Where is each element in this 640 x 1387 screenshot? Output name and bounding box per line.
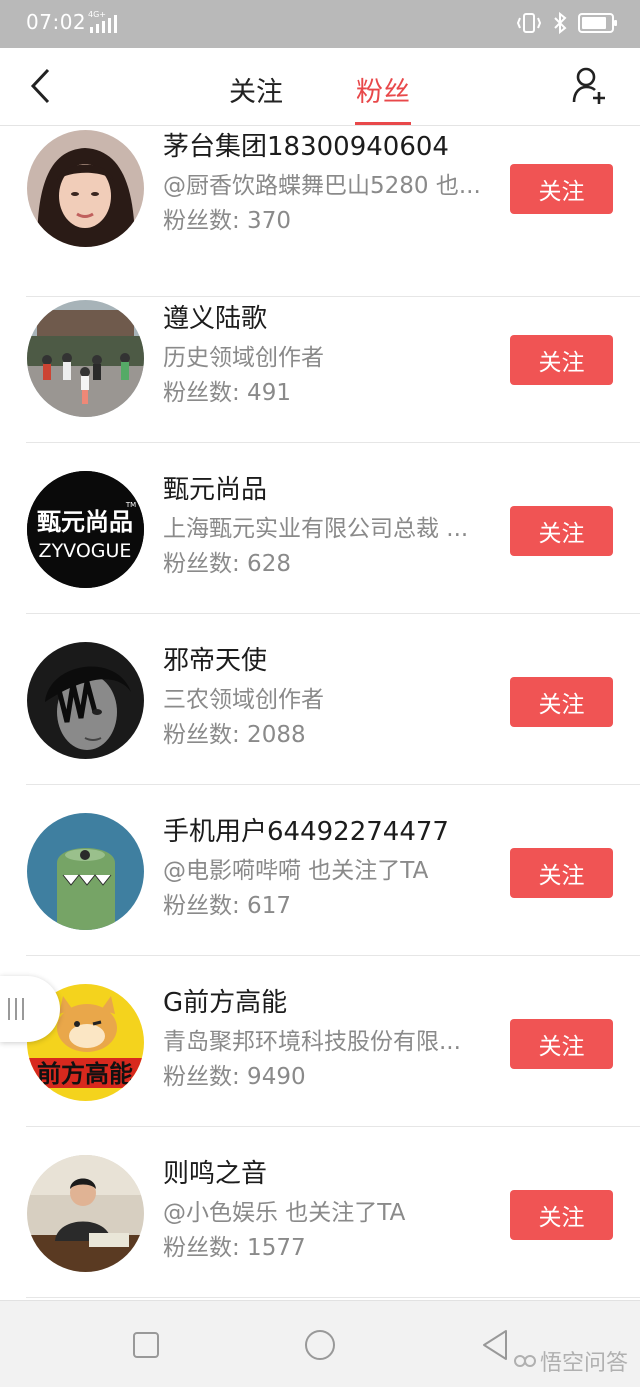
user-name[interactable]: 茅台集团18300940604 [163,126,449,163]
vibrate-icon [516,13,542,33]
add-user-icon [572,67,605,104]
fan-count: 粉丝数: 370 [163,208,291,234]
user-description: 历史领域创作者 [163,345,324,371]
fan-count: 粉丝数: 1577 [163,1235,306,1261]
follow-button[interactable]: 关注 [510,1019,613,1069]
monster-cartoon-icon [27,813,144,930]
brand-logo-icon: 甄元尚品 ZYVOGUE TM [27,471,144,588]
woman-portrait-icon [27,130,144,247]
user-description: 三农领域创作者 [163,687,324,713]
list-item[interactable]: 则鸣之音 @小色娱乐 也关注了TA 粉丝数: 1577 关注 [0,1127,640,1298]
follow-button[interactable]: 关注 [510,848,613,898]
follow-button[interactable]: 关注 [510,1190,613,1240]
handle-line-icon [15,998,17,1020]
dark-portrait-icon [27,642,144,759]
svg-text:前方高能: 前方高能 [37,1060,133,1088]
fan-count: 粉丝数: 491 [163,380,291,406]
svg-text:4G+: 4G+ [88,10,106,19]
fan-count: 粉丝数: 2088 [163,722,306,748]
handle-line-icon [22,998,24,1020]
avatar[interactable] [27,1155,144,1272]
fan-count: 粉丝数: 628 [163,551,291,577]
user-description: @小色娱乐 也关注了TA [163,1200,406,1226]
list-item[interactable]: 手机用户64492274477 @电影嗬哔嗬 也关注了TA 粉丝数: 617 关… [0,785,640,956]
man-desk-photo-icon [27,1155,144,1272]
fans-list: 茅台集团18300940604 @厨香饮路蝶舞巴山5280 也... 粉丝数: … [0,126,640,1300]
bluetooth-icon [554,11,567,35]
signal-icon: 4G+ [88,10,117,33]
avatar[interactable] [27,813,144,930]
user-description: @电影嗬哔嗬 也关注了TA [163,858,429,884]
watermark-text: 悟空问答 [539,1351,628,1376]
chevron-left-icon [30,68,50,104]
status-bar: 07:02 4G+ [0,0,640,48]
fan-count: 粉丝数: 617 [163,893,291,919]
user-name[interactable]: 遵义陆歌 [163,298,267,335]
user-description: 上海甄元实业有限公司总裁 ... [163,516,469,542]
add-user-button[interactable] [568,62,612,110]
top-nav: 关注 粉丝 [0,48,640,126]
list-item[interactable]: 遵义陆歌 历史领域创作者 粉丝数: 491 关注 [0,272,640,443]
crowd-photo-icon [27,300,144,417]
list-item[interactable]: 前方高能 G前方高能 青岛聚邦环境科技股份有限... 粉丝数: 9490 关注 [0,956,640,1127]
status-time: 07:02 [26,10,87,34]
battery-icon [578,13,617,33]
divider [26,1297,640,1298]
user-name[interactable]: 手机用户64492274477 [163,811,449,848]
user-name[interactable]: G前方高能 [163,982,287,1019]
tab-fans[interactable]: 粉丝 [356,70,410,109]
user-name[interactable]: 甄元尚品 [163,469,267,506]
user-description: @厨香饮路蝶舞巴山5280 也... [163,173,481,199]
user-name[interactable]: 则鸣之音 [163,1153,267,1190]
back-button[interactable] [20,64,60,108]
follow-button[interactable]: 关注 [510,335,613,385]
svg-text:甄元尚品: 甄元尚品 [37,508,133,536]
svg-text:TM: TM [125,501,136,509]
status-icons [516,10,617,36]
fan-count: 粉丝数: 9490 [163,1064,306,1090]
handle-line-icon [8,998,10,1020]
active-tab-indicator [355,122,411,125]
recent-apps-button[interactable] [128,1327,164,1363]
list-item[interactable]: 甄元尚品 ZYVOGUE TM 甄元尚品 上海甄元实业有限公司总裁 ... 粉丝… [0,443,640,614]
avatar[interactable]: 甄元尚品 ZYVOGUE TM [27,471,144,588]
user-description: 青岛聚邦环境科技股份有限... [163,1029,461,1055]
avatar[interactable] [27,130,144,247]
follow-button[interactable]: 关注 [510,164,613,214]
system-back-button[interactable] [478,1327,514,1363]
home-button[interactable] [302,1327,338,1363]
wukong-logo-icon [513,1355,536,1367]
list-item[interactable]: 邪帝天使 三农领域创作者 粉丝数: 2088 关注 [0,614,640,785]
follow-button[interactable]: 关注 [510,677,613,727]
watermark: 悟空问答 [513,1345,628,1377]
avatar[interactable] [27,642,144,759]
avatar[interactable] [27,300,144,417]
tab-following[interactable]: 关注 [229,70,283,109]
svg-text:ZYVOGUE: ZYVOGUE [39,540,132,562]
system-nav-bar: 悟空问答 [0,1300,640,1387]
follow-button[interactable]: 关注 [510,506,613,556]
user-name[interactable]: 邪帝天使 [163,640,267,677]
